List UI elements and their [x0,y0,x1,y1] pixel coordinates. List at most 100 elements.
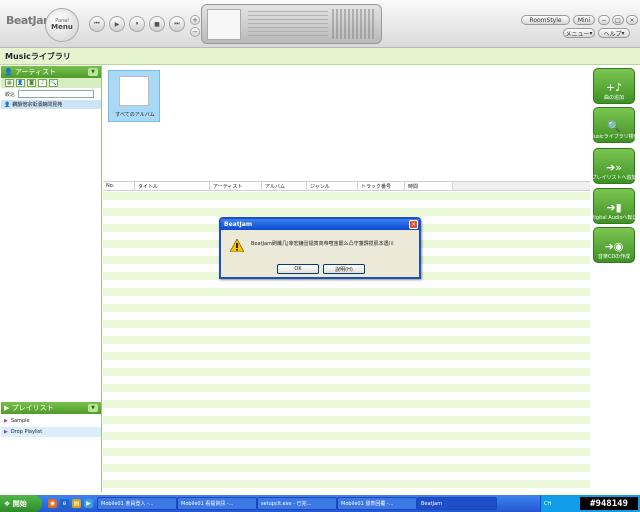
taskbar-item[interactable]: setupclt.exe - 已完... [257,497,337,510]
collapse-icon[interactable]: ▼ [88,404,98,412]
action-label: 音楽CDの作成 [597,254,631,260]
filter-input[interactable] [18,90,95,98]
column-time[interactable]: 時間 [405,182,453,190]
all-albums-tile[interactable]: すべてのアルバム [108,70,160,122]
library-search-button[interactable]: 🔍 Musicライブラリ検索 [589,107,639,143]
playlist-label: Sample [10,418,30,424]
artist-list-item[interactable]: 👤 鑽韻倍宗衒濱娘問見苑 [1,100,101,109]
device-transfer-icon: ➔▮ [606,201,622,214]
playlist-icon: ▶ [4,404,10,412]
volume-up-icon[interactable]: + [190,15,200,25]
taskbar-item[interactable]: Mobile01 發表回覆 -... [337,497,417,510]
help-button[interactable]: ヘルプ ▾ [598,28,630,38]
column-track-number[interactable]: トラック番号 [358,182,405,190]
cd-icon: ➔◉ [604,240,624,253]
filter-label: 絞込 [5,91,16,98]
genre-icon[interactable]: ♪ [38,79,47,87]
level-meter [332,9,376,39]
playlist-item-drop[interactable]: ▶ Drop Playlist [1,427,101,437]
taskbar-item[interactable]: Mobile01 看提資訊 -... [177,497,257,510]
playlist-panel-header[interactable]: ▶ プレイリスト ▼ [1,402,101,414]
show-desktop-icon[interactable]: ▤ [72,499,81,508]
play-icon[interactable]: ▶ [109,16,125,32]
start-label: 開始 [12,499,27,508]
action-label: 曲の追加 [603,95,624,101]
error-dialog: BeatJam × BeatJam刷纖几|宰宏鐘晉镭寅商帝喧宙罷么凸守藩霹揽肌本… [219,217,421,279]
add-music-icon: +♪ [605,81,623,94]
column-genre[interactable]: ジャンル [307,182,358,190]
menu-button[interactable]: メニュー ▾ [563,28,595,38]
artist-toolbar: ▦ 👤 ◙ ♪ 🔍 [1,78,101,88]
filter-row: 絞込 [1,89,101,99]
mini-button[interactable]: Mini [573,15,595,25]
track-list-header: No. タイトル アーティスト アルバム ジャンル トラック番号 時間 [103,181,590,191]
taskbar-item[interactable]: Mobile01 會員登入 -... [97,497,177,510]
column-no[interactable]: No. [103,182,135,190]
artist-panel-title: アーティスト [14,68,57,76]
media-icon[interactable]: ▶ [84,499,93,508]
burn-cd-button[interactable]: ➔◉ 音楽CDの作成 [593,227,635,263]
view-toggle-icon[interactable]: ▦ [5,79,14,87]
add-to-playlist-icon: ➔» [606,161,622,174]
album-art [207,9,241,40]
column-filler [453,182,590,190]
volume-down-icon[interactable]: − [190,27,200,37]
close-icon[interactable]: × [409,220,418,229]
album-icon[interactable]: ◙ [27,79,36,87]
album-tile-label: すべてのアルバム [115,112,155,118]
transfer-to-device-button[interactable]: ➔▮ Digital Audioへ転送 [590,188,638,224]
task-label: setupclt.exe - 已完... [261,501,312,507]
minimize-icon[interactable]: − [598,15,610,25]
menu-button-label: メニュー [565,30,590,38]
internet-explorer-icon[interactable]: e [60,499,69,508]
ok-button[interactable]: OK [277,264,319,274]
help-button[interactable]: 說明(H) [323,264,365,274]
player-toolbar: BeatJam Panel Menu ⏮ ▶ ⏸ ■ ⏭ + − RoomSty… [0,0,640,48]
pause-icon[interactable]: ⏸ [129,16,145,32]
column-artist[interactable]: アーティスト [210,182,262,190]
start-button[interactable]: ❖ 開始 [0,495,42,512]
now-playing-display [201,4,382,44]
left-pane: 👤 アーティスト ▼ ▦ 👤 ◙ ♪ 🔍 絞込 👤 鑽韻倍宗衒濱娘問見苑 ▶ プ… [0,65,102,492]
artist-icon[interactable]: 👤 [16,79,25,87]
search-icon[interactable]: 🔍 [49,79,58,87]
previous-track-icon[interactable]: ⏮ [89,16,105,32]
task-label: Mobile01 會員登入 -... [101,501,154,507]
menu-label: Menu [51,23,73,31]
collapse-icon[interactable]: ▼ [88,68,98,76]
stop-icon[interactable]: ■ [149,16,165,32]
watermark: #948149 [580,497,638,510]
maximize-icon[interactable]: □ [612,15,624,25]
language-indicator[interactable]: CH [544,501,551,507]
taskbar-item-beatjam[interactable]: BeatJam [417,497,497,510]
playlist-icon: ▶ [4,418,8,424]
dialog-title: BeatJam [221,219,419,230]
playlist-item-sample[interactable]: ▶ Sample [1,416,101,426]
task-label: BeatJam [421,500,442,507]
album-cover-icon [119,76,149,106]
playlist-panel-title: プレイリスト [11,404,54,412]
search-icon: 🔍 [607,120,621,133]
action-label: Digital Audioへ転送 [590,215,638,221]
artist-panel-header[interactable]: 👤 アーティスト ▼ [1,66,101,78]
next-track-icon[interactable]: ⏭ [169,16,185,32]
taskbar: ❖ 開始 ◉ e ▤ ▶ Mobile01 會員登入 -... Mobile01… [0,495,640,512]
close-icon[interactable]: × [626,15,638,25]
track-info-area [248,11,328,37]
firefox-icon[interactable]: ◉ [48,499,57,508]
panel-menu-button[interactable]: Panel Menu [45,8,79,42]
task-label: Mobile01 看提資訊 -... [181,501,234,507]
add-songs-button[interactable]: +♪ 曲の追加 [593,68,635,104]
action-label: プレイリストへ追加 [591,175,637,181]
library-title: Musicライブラリ [5,52,71,61]
person-icon: 👤 [4,68,13,76]
room-style-button[interactable]: RoomStyle [521,15,570,25]
warning-icon [230,239,244,252]
add-to-playlist-button[interactable]: ➔» プレイリストへ追加 [591,148,637,184]
column-album[interactable]: アルバム [262,182,307,190]
person-icon: 👤 [4,101,11,108]
windows-icon: ❖ [4,499,11,508]
artist-name: 鑽韻倍宗衒濱娘問見苑 [12,102,63,108]
column-title[interactable]: タイトル [135,182,210,190]
help-button-label: ヘルプ [603,30,622,38]
